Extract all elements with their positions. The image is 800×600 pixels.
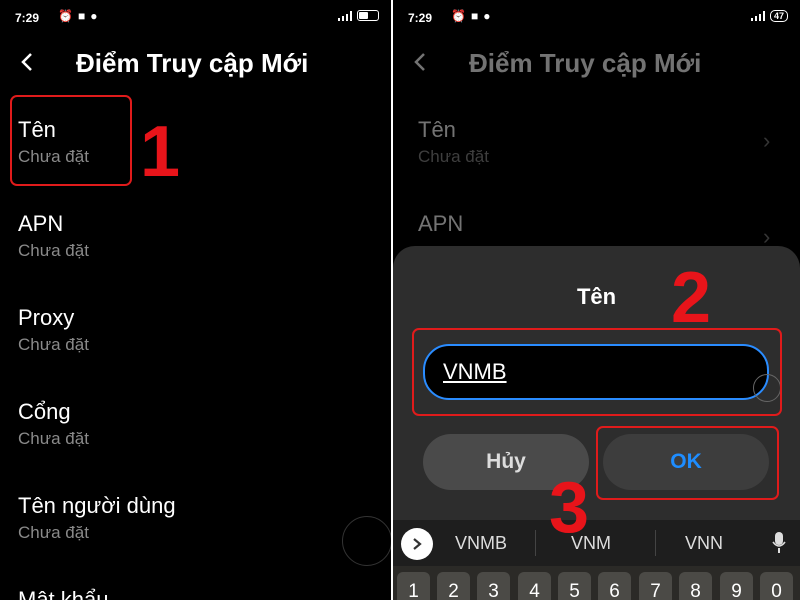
key-4[interactable]: 4 <box>518 572 551 600</box>
suggestion-word[interactable]: VNMB <box>455 533 507 554</box>
app-bar: Điểm Truy cập Mới <box>393 40 800 84</box>
status-time: 7:29 <box>15 11 40 25</box>
setting-value: Chưa đặt <box>418 147 489 166</box>
divider <box>655 530 656 556</box>
highlight-box-input <box>412 328 782 416</box>
key-1[interactable]: 1 <box>397 572 430 600</box>
status-right-icons: 47 <box>750 10 788 22</box>
app-bar: Điểm Truy cập Mới <box>0 40 391 84</box>
status-time: 7:29 <box>408 11 433 25</box>
highlight-box-name <box>10 95 132 186</box>
setting-value: Chưa đặt <box>18 241 89 260</box>
messenger-icon: ● <box>483 9 491 23</box>
key-6[interactable]: 6 <box>598 572 631 600</box>
key-8[interactable]: 8 <box>679 572 712 600</box>
page-title: Điểm Truy cập Mới <box>469 48 702 78</box>
setting-item-apn[interactable]: APN <box>418 210 463 238</box>
status-right-icons <box>338 10 379 21</box>
step-number-3: 3 <box>549 468 590 548</box>
key-7[interactable]: 7 <box>639 572 672 600</box>
setting-item-username[interactable]: Tên người dùng Chưa đặt <box>18 492 176 544</box>
highlight-box-ok <box>596 426 779 500</box>
battery-icon <box>357 10 379 21</box>
setting-item-proxy[interactable]: Proxy Chưa đặt <box>18 304 89 356</box>
right-phone-screen: 7:29 ⏰ ■ ● 47 Điểm Truy cập Mới Tên Chưa… <box>393 0 800 600</box>
setting-label: Tên người dùng <box>18 493 176 518</box>
step-number-2: 2 <box>671 258 712 338</box>
setting-label: APN <box>418 211 464 236</box>
key-9[interactable]: 9 <box>720 572 753 600</box>
alarm-icon: ⏰ <box>58 9 73 23</box>
setting-item-name[interactable]: Tên Chưa đặt <box>418 116 489 168</box>
key-3[interactable]: 3 <box>477 572 510 600</box>
setting-value: Chưa đặt <box>18 523 89 542</box>
messenger-icon: ● <box>90 9 98 23</box>
back-arrow-icon[interactable] <box>411 50 431 74</box>
key-2[interactable]: 2 <box>437 572 470 600</box>
divider <box>535 530 536 556</box>
status-icons: ⏰ ■ ● <box>58 9 97 23</box>
floating-circle-icon <box>342 516 391 566</box>
keyboard-suggestion-bar: VNMB VNM VNN <box>393 520 800 566</box>
battery-level: 47 <box>769 10 788 22</box>
setting-label: APN <box>18 211 64 236</box>
status-bar: 7:29 ⏰ ■ ● 47 <box>393 0 800 34</box>
microphone-icon[interactable] <box>772 532 786 554</box>
suggestion-word[interactable]: VNN <box>685 533 723 554</box>
chevron-right-icon: › <box>763 128 771 153</box>
page-title: Điểm Truy cập Mới <box>76 48 309 78</box>
setting-label: Proxy <box>18 305 75 330</box>
signal-icon <box>750 11 765 21</box>
video-icon: ■ <box>470 9 479 23</box>
dialog-title: Tên <box>576 284 617 309</box>
status-icons: ⏰ ■ ● <box>451 9 490 23</box>
setting-label: Tên <box>418 117 456 142</box>
setting-item-port[interactable]: Cổng Chưa đặt <box>18 398 89 450</box>
setting-item-apn[interactable]: APN Chưa đặt <box>18 210 89 262</box>
left-phone-screen: 7:29 ⏰ ■ ● Điểm Truy cập Mới Tên Chưa đặ… <box>0 0 391 600</box>
step-number-1: 1 <box>140 112 181 192</box>
alarm-icon: ⏰ <box>451 9 466 23</box>
expand-toolbar-icon[interactable] <box>401 528 433 560</box>
setting-item-password[interactable]: Mật khẩu <box>18 586 109 600</box>
keyboard-number-row: 1 2 3 4 5 6 7 8 9 0 <box>393 566 800 600</box>
signal-icon <box>338 10 352 21</box>
back-arrow-icon[interactable] <box>18 50 38 74</box>
setting-value: Chưa đặt <box>18 335 89 354</box>
key-5[interactable]: 5 <box>558 572 591 600</box>
status-bar: 7:29 ⏰ ■ ● <box>0 0 391 34</box>
setting-label: Cổng <box>18 399 71 424</box>
key-0[interactable]: 0 <box>760 572 793 600</box>
video-icon: ■ <box>77 9 86 23</box>
setting-value: Chưa đặt <box>18 429 89 448</box>
setting-label: Mật khẩu <box>18 587 109 600</box>
